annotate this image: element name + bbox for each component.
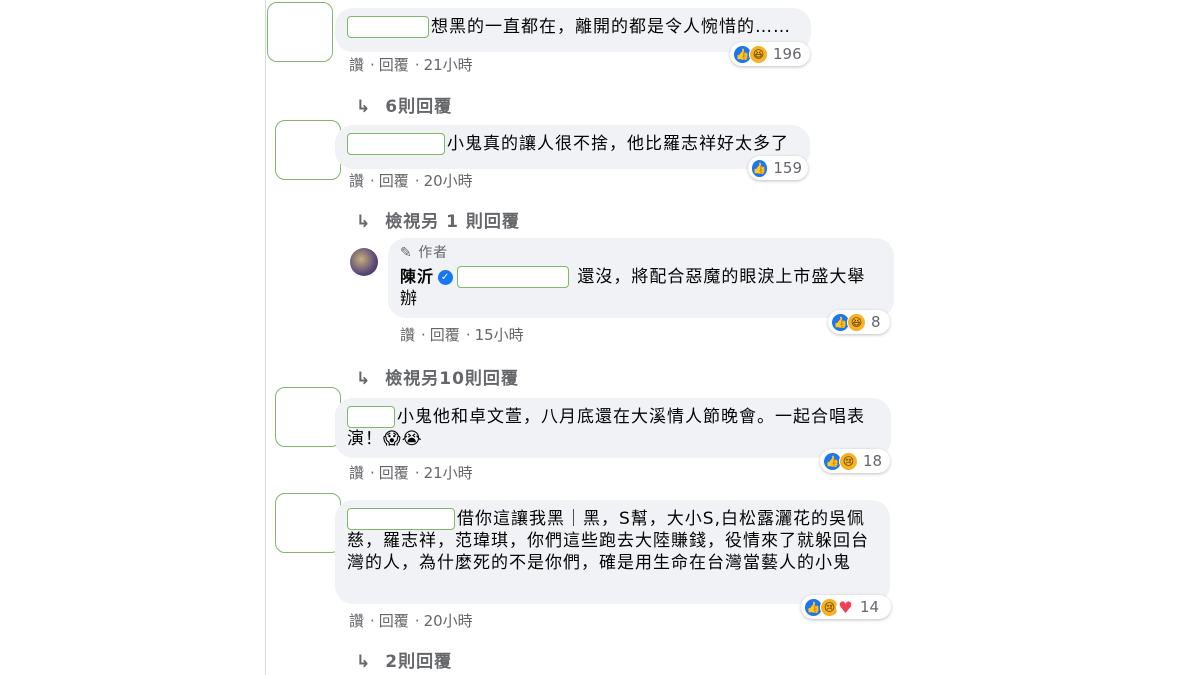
reply-button[interactable]: 回覆 xyxy=(379,172,409,190)
thread-line xyxy=(265,0,266,675)
comment-text: 小鬼他和卓文萱，八月底還在大溪情人節晚會。一起合唱表演！😱😭 xyxy=(347,407,865,449)
author-badge: 作者 xyxy=(418,245,449,261)
commenter-avatar[interactable] xyxy=(275,493,341,553)
reply-arrow-icon: ↳ xyxy=(356,652,372,672)
comment-actions: 讚 · 回覆 · 21小時 xyxy=(349,464,473,482)
reply-button[interactable]: 回覆 xyxy=(430,326,460,344)
redacted-name xyxy=(347,508,455,530)
reaction-summary[interactable]: 👍 😆 196 xyxy=(730,42,810,66)
reaction-count: 8 xyxy=(871,313,881,331)
timestamp[interactable]: 20小時 xyxy=(424,612,473,630)
timestamp[interactable]: 21小時 xyxy=(424,56,473,74)
reaction-summary[interactable]: 👍 😢 ♥ 14 xyxy=(801,595,891,619)
reaction-summary[interactable]: 👍 159 xyxy=(748,156,808,180)
reaction-count: 18 xyxy=(863,452,883,470)
redacted-name xyxy=(347,406,395,428)
reply-button[interactable]: 回覆 xyxy=(379,464,409,482)
timestamp[interactable]: 20小時 xyxy=(424,172,473,190)
view-replies-link[interactable]: ↳ 6則回覆 xyxy=(356,92,452,117)
author-name[interactable]: 陳沂 xyxy=(400,267,434,286)
haha-icon: 😆 xyxy=(847,312,866,332)
reply-arrow-icon: ↳ xyxy=(356,212,372,232)
redacted-name xyxy=(347,16,429,38)
reply-actions: 讚 · 回覆 · 15小時 xyxy=(400,326,524,344)
reaction-count: 159 xyxy=(773,159,802,177)
reply-arrow-icon: ↳ xyxy=(356,369,372,389)
author-avatar[interactable] xyxy=(350,248,378,276)
like-icon: 👍 xyxy=(751,158,769,178)
reaction-count: 196 xyxy=(773,45,802,63)
comment-bubble: 小鬼他和卓文萱，八月底還在大溪情人節晚會。一起合唱表演！😱😭 xyxy=(335,398,891,458)
pencil-icon: ✎ xyxy=(400,245,413,261)
view-replies-link[interactable]: ↳ 檢視另 1 則回覆 xyxy=(356,207,520,232)
reply-arrow-icon: ↳ xyxy=(356,97,372,117)
like-button[interactable]: 讚 xyxy=(349,612,364,630)
view-more-replies-link[interactable]: ↳ 檢視另10則回覆 xyxy=(356,364,519,389)
love-icon: ♥ xyxy=(836,597,855,617)
reaction-summary[interactable]: 👍 😢 18 xyxy=(820,449,890,473)
view-replies-link[interactable]: ↳ 2則回覆 xyxy=(356,647,452,672)
haha-icon: 😆 xyxy=(749,44,768,64)
reaction-count: 14 xyxy=(860,598,880,616)
comment-actions: 讚 · 回覆 · 20小時 xyxy=(349,612,473,630)
like-button[interactable]: 讚 xyxy=(349,56,364,74)
reply-button[interactable]: 回覆 xyxy=(379,56,409,74)
author-reply-bubble: ✎ 作者 陳沂 ✓ 還沒，將配合惡魔的眼淚上市盛大舉辦 xyxy=(388,238,894,318)
like-button[interactable]: 讚 xyxy=(349,464,364,482)
commenter-avatar[interactable] xyxy=(267,2,333,62)
reply-button[interactable]: 回覆 xyxy=(379,612,409,630)
verified-badge-icon: ✓ xyxy=(438,269,454,285)
comment-text: 小鬼真的讓人很不捨，他比羅志祥好太多了 xyxy=(447,134,789,154)
comment-bubble: 借你這讓我黑｜黑，S幫，大小S,白松露灑花的吳佩慈，羅志祥，范瑋琪，你們這些跑去… xyxy=(335,500,890,604)
redacted-name xyxy=(347,133,445,155)
commenter-avatar[interactable] xyxy=(275,120,341,180)
comment-actions: 讚 · 回覆 · 21小時 xyxy=(349,56,473,74)
comment-actions: 讚 · 回覆 · 20小時 xyxy=(349,172,473,190)
comment-bubble: 小鬼真的讓人很不捨，他比羅志祥好太多了 xyxy=(335,125,810,169)
like-button[interactable]: 讚 xyxy=(400,326,415,344)
redacted-name xyxy=(457,266,570,288)
timestamp[interactable]: 15小時 xyxy=(475,326,524,344)
sad-icon: 😢 xyxy=(839,451,858,471)
commenter-avatar[interactable] xyxy=(275,387,341,447)
comment-text: 想黑的一直都在，離開的都是令人惋惜的…… xyxy=(431,17,791,37)
timestamp[interactable]: 21小時 xyxy=(424,464,473,482)
like-button[interactable]: 讚 xyxy=(349,172,364,190)
reaction-summary[interactable]: 👍 😆 8 xyxy=(828,310,890,334)
